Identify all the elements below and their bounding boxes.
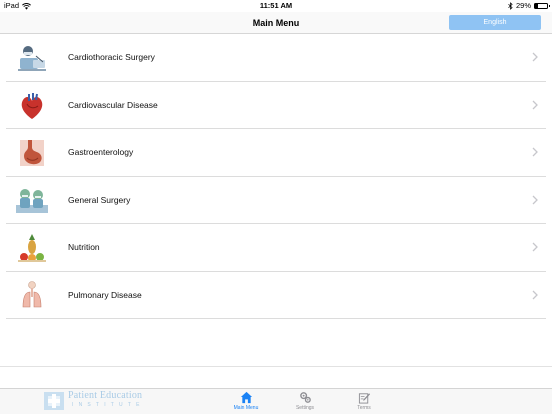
status-bar: iPad 11:51 AM 29% <box>0 0 552 12</box>
chevron-right-icon <box>532 52 538 62</box>
bluetooth-icon <box>508 2 513 10</box>
surgical-team-icon <box>16 188 48 213</box>
menu-item-label: Pulmonary Disease <box>68 289 142 300</box>
logo-mark-icon <box>44 392 64 410</box>
language-button[interactable]: English <box>449 15 541 30</box>
screen: iPad 11:51 AM 29% Main Menu English Card… <box>0 0 552 414</box>
menu-item-cardiothoracic-surgery[interactable]: Cardiothoracic Surgery <box>6 34 546 82</box>
edit-icon <box>358 393 370 404</box>
menu-item-cardiovascular-disease[interactable]: Cardiovascular Disease <box>6 81 546 129</box>
menu-item-pulmonary-disease[interactable]: Pulmonary Disease <box>6 271 546 319</box>
surgeon-icon <box>18 46 46 71</box>
chevron-right-icon <box>532 100 538 109</box>
heart-icon <box>21 92 43 119</box>
stomach-icon <box>20 140 44 166</box>
tab-label: Terms <box>357 405 371 411</box>
menu-item-gastroenterology[interactable]: Gastroenterology <box>6 129 546 177</box>
menu-item-label: Cardiothoracic Surgery <box>68 52 155 62</box>
tab-label: Main Menu <box>233 405 259 411</box>
home-icon <box>240 391 252 404</box>
lungs-icon <box>22 280 42 307</box>
gears-icon <box>299 392 311 403</box>
menu-item-label: Cardiovascular Disease <box>68 99 158 110</box>
menu-item-nutrition[interactable]: Nutrition <box>6 224 546 272</box>
menu-item-general-surgery[interactable]: General Surgery <box>6 176 546 224</box>
chevron-right-icon <box>532 290 538 299</box>
status-right: 29% <box>508 0 550 12</box>
battery-percent: 29% <box>515 1 531 10</box>
tab-label: Settings <box>295 405 315 411</box>
fruit-icon <box>18 234 46 262</box>
battery-level <box>535 4 539 8</box>
chevron-right-icon <box>532 242 538 252</box>
logo-line2: INSTITUTE <box>72 402 145 408</box>
chevron-right-icon <box>532 147 538 157</box>
main-menu-list: Cardiothoracic Surgery Cardiovascular Di… <box>0 34 552 319</box>
tab-bar: Patient Education INSTITUTE Main Menu Se… <box>0 388 552 414</box>
divider <box>0 366 552 367</box>
chevron-right-icon <box>532 195 538 204</box>
menu-item-label: Gastroenterology <box>68 147 134 157</box>
tab-settings[interactable]: Settings <box>285 391 325 413</box>
status-time: 11:51 AM <box>259 1 293 10</box>
tab-terms[interactable]: Terms <box>344 391 384 413</box>
patient-education-institute-logo: Patient Education INSTITUTE <box>44 390 168 412</box>
battery-icon <box>534 3 550 9</box>
tab-main-menu[interactable]: Main Menu <box>226 391 266 413</box>
menu-item-label: Nutrition <box>68 242 100 252</box>
navigation-bar: Main Menu English <box>0 12 552 34</box>
menu-item-label: General Surgery <box>68 194 131 205</box>
logo-line1: Patient Education <box>68 390 143 401</box>
